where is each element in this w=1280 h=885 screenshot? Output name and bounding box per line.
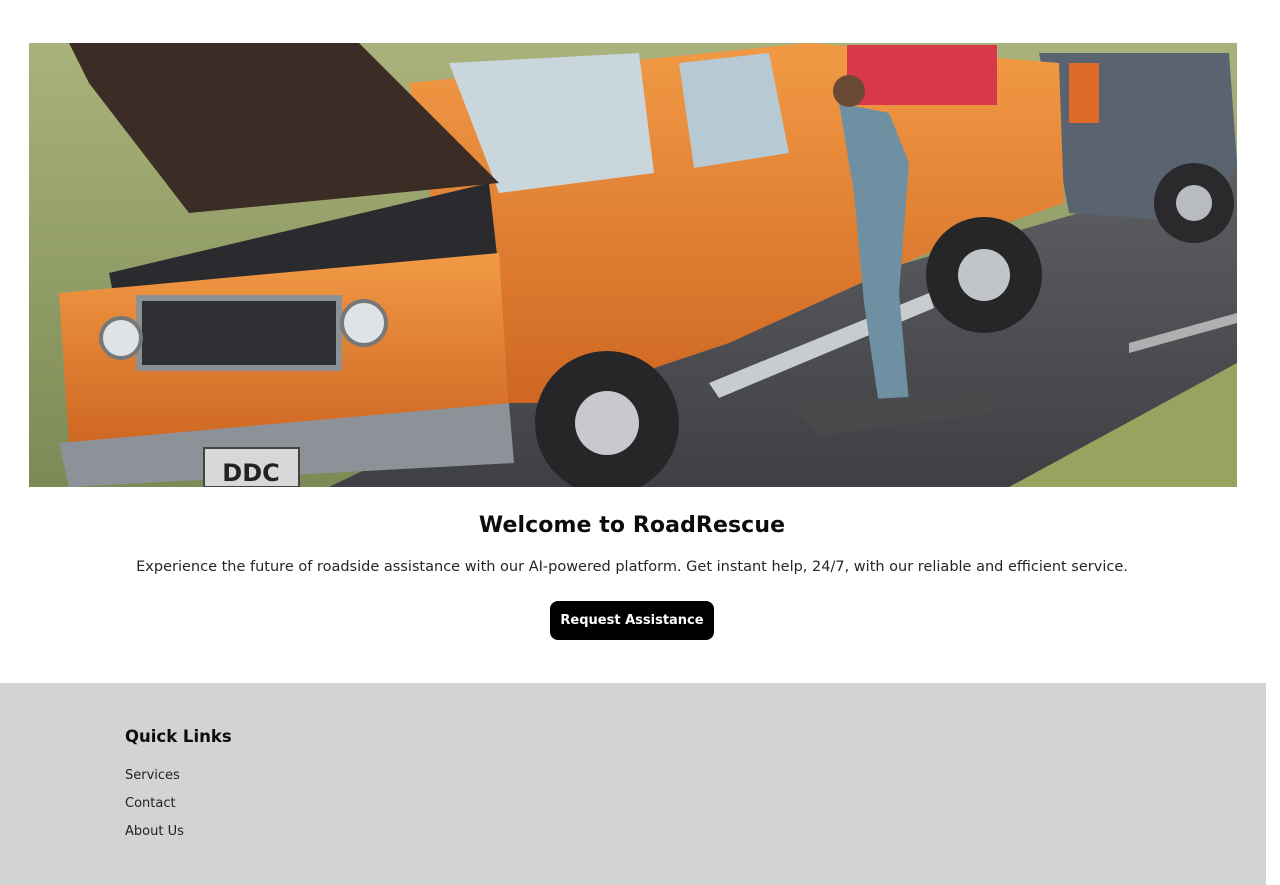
- request-assistance-button[interactable]: Request Assistance: [550, 601, 714, 640]
- footer: Quick Links Services Contact About Us: [0, 683, 1266, 885]
- page-title: Welcome to RoadRescue: [478, 513, 786, 538]
- footer-link-contact[interactable]: Contact: [125, 796, 176, 811]
- hero-image: DDC: [29, 43, 1237, 487]
- license-plate-text: DDC: [222, 459, 279, 487]
- roadside-truck-illustration: DDC: [29, 43, 1237, 487]
- footer-heading: Quick Links: [125, 727, 232, 746]
- footer-link-services[interactable]: Services: [125, 768, 180, 783]
- hero-tagline: Experience the future of roadside assist…: [136, 559, 1128, 575]
- page: DDC Welcome to RoadRescue Experience the…: [0, 0, 1280, 885]
- footer-link-about-us[interactable]: About Us: [125, 824, 184, 839]
